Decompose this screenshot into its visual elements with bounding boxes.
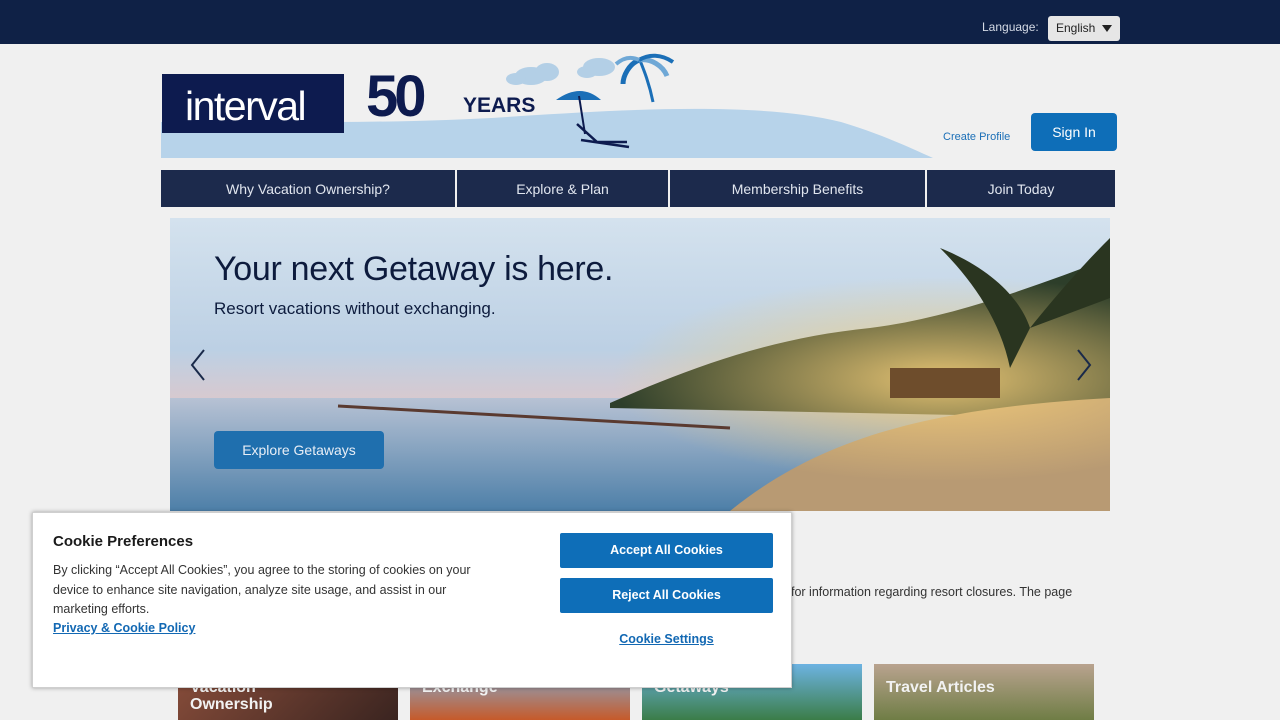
explore-getaways-button[interactable]: Explore Getaways bbox=[214, 431, 384, 469]
hero-subtitle: Resort vacations without exchanging. bbox=[214, 299, 496, 318]
hero-title: Your next Getaway is here. bbox=[214, 250, 614, 288]
create-profile-link[interactable]: Create Profile bbox=[943, 131, 1010, 143]
nav-item-join-today[interactable]: Join Today bbox=[927, 170, 1115, 207]
sign-in-button[interactable]: Sign In bbox=[1031, 113, 1117, 151]
anniversary-word: YEARS bbox=[463, 94, 536, 117]
cookie-banner: Cookie Preferences By clicking “Accept A… bbox=[32, 512, 792, 688]
interval-logo[interactable]: interval bbox=[162, 74, 344, 133]
cookie-description: By clicking “Accept All Cookies”, you ag… bbox=[53, 563, 471, 616]
language-label: Language: bbox=[982, 20, 1039, 34]
hero-banner: Your next Getaway is here. Resort vacati… bbox=[170, 218, 1110, 511]
top-bar: Language: English bbox=[0, 0, 1280, 44]
nav-item-membership-benefits[interactable]: Membership Benefits bbox=[670, 170, 927, 207]
nav-item-explore-plan[interactable]: Explore & Plan bbox=[457, 170, 670, 207]
chevron-right-icon[interactable] bbox=[1074, 348, 1094, 382]
tile-label: Travel Articles bbox=[886, 679, 995, 696]
resort-closure-notice: for information regarding resort closure… bbox=[791, 585, 1073, 599]
cookie-title: Cookie Preferences bbox=[53, 533, 194, 550]
language-value: English bbox=[1056, 21, 1096, 35]
chevron-left-icon[interactable] bbox=[188, 348, 208, 382]
accept-all-cookies-button[interactable]: Accept All Cookies bbox=[560, 533, 773, 568]
anniversary-number: 50 bbox=[366, 64, 426, 129]
palm-tree-icon bbox=[614, 53, 675, 103]
nav-item-why-vacation-ownership[interactable]: Why Vacation Ownership? bbox=[161, 170, 457, 207]
chevron-down-icon bbox=[1102, 25, 1112, 32]
tile-label-line2: Ownership bbox=[190, 696, 273, 713]
tile-travel-articles[interactable]: Travel Articles bbox=[874, 664, 1094, 720]
reject-all-cookies-button[interactable]: Reject All Cookies bbox=[560, 578, 773, 613]
privacy-policy-link[interactable]: Privacy & Cookie Policy bbox=[53, 621, 195, 635]
language-select[interactable]: English bbox=[1048, 16, 1120, 41]
cookie-settings-link[interactable]: Cookie Settings bbox=[560, 632, 773, 646]
main-nav: Why Vacation Ownership? Explore & Plan M… bbox=[161, 170, 1115, 207]
